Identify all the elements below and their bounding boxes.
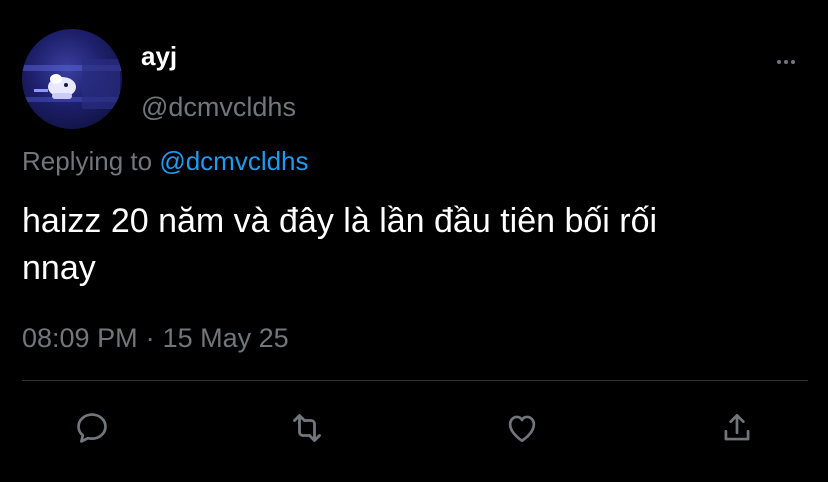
more-dot-icon	[791, 60, 795, 64]
share-icon	[724, 413, 750, 441]
tweet-text: haizz 20 năm và đây là lần đầu tiên bối …	[22, 202, 658, 287]
replying-to-label: Replying to	[22, 146, 153, 176]
more-options-button[interactable]	[770, 52, 802, 72]
more-dot-icon	[777, 60, 781, 64]
divider	[22, 380, 808, 381]
reply-button[interactable]	[72, 408, 112, 448]
reply-mention-link[interactable]: @dcmvcldhs	[159, 146, 308, 176]
retweet-button[interactable]	[287, 408, 327, 448]
tweet-time: 08:09 PM	[22, 323, 138, 353]
heart-icon	[508, 415, 536, 443]
share-button[interactable]	[717, 408, 757, 448]
meta-separator: ·	[145, 323, 155, 353]
like-button[interactable]	[502, 408, 542, 448]
action-bar	[0, 404, 828, 454]
reply-icon	[77, 413, 107, 443]
tweet-detail: ayj @dcmvcldhs Replying to @dcmvcldhs ha…	[0, 0, 828, 482]
avatar[interactable]	[22, 29, 122, 129]
tweet-date: 15 May 25	[162, 323, 289, 353]
user-handle[interactable]: @dcmvcldhs	[141, 91, 296, 123]
display-name[interactable]: ayj	[141, 40, 177, 72]
retweet-icon	[293, 414, 321, 442]
replying-to: Replying to @dcmvcldhs	[22, 144, 309, 178]
tweet-timestamp[interactable]: 08:09 PM · 15 May 25	[22, 321, 289, 355]
avatar-image	[22, 59, 122, 109]
more-dot-icon	[784, 60, 788, 64]
